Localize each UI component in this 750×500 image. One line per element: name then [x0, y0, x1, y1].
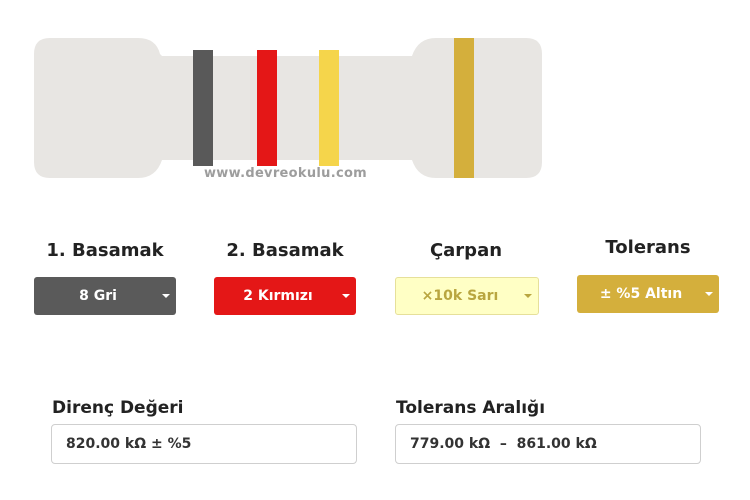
- second-digit-label: 2. Basamak: [226, 240, 344, 261]
- band-3: [319, 50, 339, 166]
- second-digit-value: 2 Kırmızı: [243, 288, 313, 304]
- band-1: [193, 50, 213, 166]
- first-digit-value: 8 Gri: [79, 288, 117, 304]
- resistor-graphic: [34, 38, 542, 178]
- chevron-down-icon: [342, 294, 350, 298]
- multiplier-select[interactable]: ×10k Sarı: [395, 277, 539, 315]
- resistance-label: Direnç Değeri: [52, 398, 184, 418]
- tolerance-value: ± %5 Altın: [599, 286, 683, 302]
- tolerance-label: Tolerans: [605, 237, 691, 258]
- multiplier-label: Çarpan: [429, 240, 503, 261]
- tolerance-range-label: Tolerans Aralığı: [396, 398, 546, 418]
- band-4: [454, 38, 474, 178]
- resistance-field[interactable]: 820.00 kΩ ± %5: [51, 424, 357, 464]
- multiplier-value: ×10k Sarı: [421, 288, 499, 304]
- first-digit-select[interactable]: 8 Gri: [34, 277, 176, 315]
- chevron-down-icon: [705, 292, 713, 296]
- second-digit-select[interactable]: 2 Kırmızı: [214, 277, 356, 315]
- watermark-text: www.devreokulu.com: [204, 166, 368, 181]
- chevron-down-icon: [162, 294, 170, 298]
- tolerance-range-field[interactable]: 779.00 kΩ – 861.00 kΩ: [395, 424, 701, 464]
- chevron-down-icon: [524, 294, 532, 298]
- band-2: [257, 50, 277, 166]
- first-digit-label: 1. Basamak: [46, 240, 164, 261]
- tolerance-select[interactable]: ± %5 Altın: [577, 275, 719, 313]
